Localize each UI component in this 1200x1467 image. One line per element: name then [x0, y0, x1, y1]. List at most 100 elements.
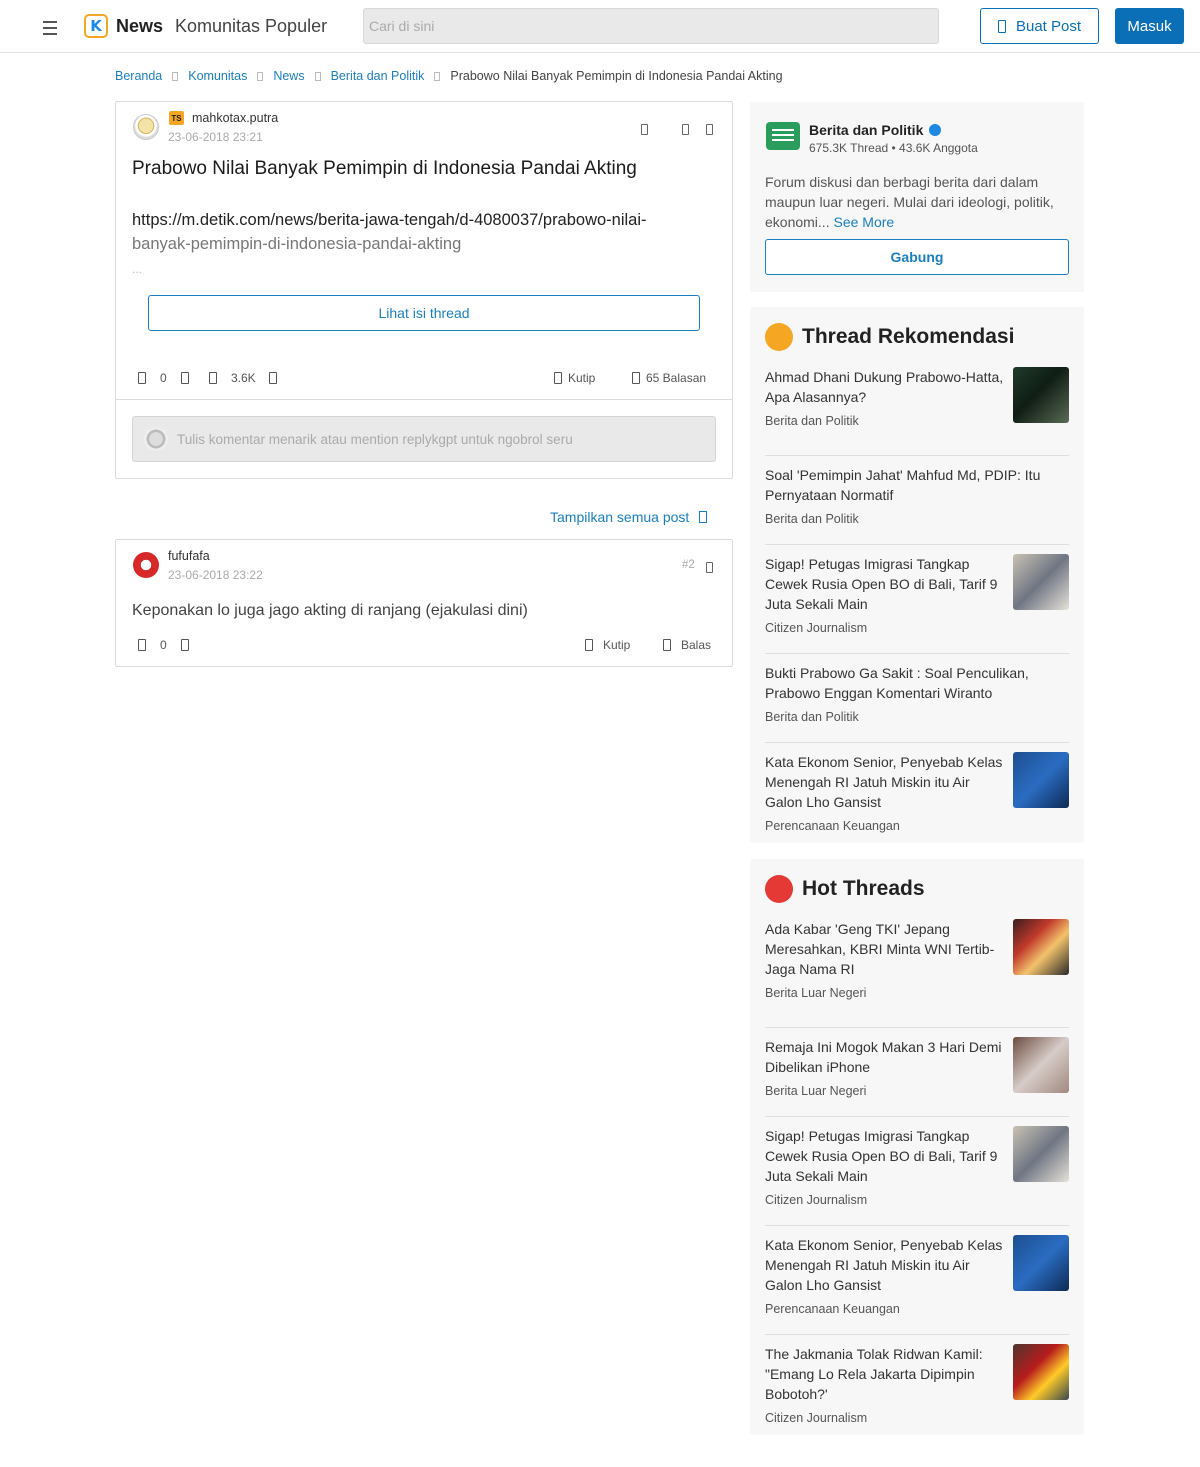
breadcrumb-current: Prabowo Nilai Banyak Pemimpin di Indones… [450, 69, 783, 83]
join-button[interactable]: Gabung [765, 239, 1069, 275]
list-item-title: Kata Ekonom Senior, Penyebab Kelas Menen… [765, 1237, 1003, 1293]
comment-input[interactable]: Tulis komentar menarik atau mention repl… [132, 416, 716, 462]
menu-icon[interactable] [36, 14, 64, 42]
chevron-right-icon [699, 511, 708, 523]
share-icon[interactable] [682, 124, 689, 135]
share-post-button[interactable] [269, 372, 277, 384]
more-icon[interactable] [706, 124, 713, 135]
upvote-icon [138, 639, 146, 651]
list-item[interactable]: Sigap! Petugas Imigrasi Tangkap Cewek Ru… [765, 1117, 1069, 1226]
comment-section: Tulis komentar menarik atau mention repl… [116, 399, 732, 479]
reply-label: Balas [681, 638, 712, 652]
category-stats: 675.3K Thread • 43.6K Anggota [809, 141, 978, 155]
recommendation-title: Thread Rekomendasi [765, 323, 1014, 351]
list-item[interactable]: Soal 'Pemimpin Jahat' Mahfud Md, PDIP: I… [765, 456, 1069, 545]
bookmark-icon[interactable] [641, 124, 648, 135]
views: 3.6K [209, 371, 256, 385]
hot-threads-panel: Hot Threads Ada Kabar 'Geng TKI' Jepang … [750, 859, 1084, 1435]
show-all-posts-link[interactable]: Tampilkan semua post [550, 509, 708, 525]
chevron-right-icon [257, 71, 264, 81]
pen-icon [997, 19, 1006, 33]
upvote-icon [138, 372, 146, 384]
reply-button[interactable]: Balas [663, 638, 711, 652]
thumbnail [1013, 1344, 1069, 1400]
share-icon [269, 372, 277, 384]
login-button[interactable]: Masuk [1115, 8, 1184, 44]
list-item[interactable]: Remaja Ini Mogok Makan 3 Hari Demi Dibel… [765, 1028, 1069, 1117]
list-item-title: Bukti Prabowo Ga Sakit : Soal Penculikan… [765, 665, 1029, 701]
comment-icon [632, 372, 640, 384]
thumbnail [1013, 919, 1069, 975]
kaskus-logo-icon[interactable]: K [84, 14, 108, 38]
quote-button[interactable]: Kutip [585, 638, 630, 652]
category-name-label: Berita dan Politik [809, 122, 924, 138]
downvote-button[interactable] [181, 372, 189, 384]
thread-title: Prabowo Nilai Banyak Pemimpin di Indones… [132, 158, 637, 179]
list-item-category: Citizen Journalism [765, 621, 868, 635]
thread-link[interactable]: https://m.detik.com/news/berita-jawa-ten… [132, 208, 712, 256]
list-item-title: Sigap! Petugas Imigrasi Tangkap Cewek Ru… [765, 556, 998, 612]
more-icon[interactable] [706, 562, 713, 573]
thumbnail [1013, 752, 1069, 808]
category-description: Forum diskusi dan berbagi berita dari da… [765, 172, 1070, 232]
newspaper-icon[interactable] [766, 122, 800, 150]
quote-label: Kutip [568, 371, 596, 385]
list-item-title: Kata Ekonom Senior, Penyebab Kelas Menen… [765, 754, 1003, 810]
breadcrumb-komunitas[interactable]: Komunitas [188, 69, 247, 83]
avatar[interactable] [133, 552, 159, 578]
quote-icon [585, 639, 593, 651]
reply-text: Keponakan lo juga jago akting di ranjang… [132, 602, 528, 619]
thumbnail [1013, 554, 1069, 610]
downvote-icon [181, 372, 189, 384]
upvote-button[interactable] [138, 372, 146, 384]
create-post-button[interactable]: Buat Post [980, 8, 1099, 44]
chevron-right-icon [434, 71, 441, 81]
chevron-right-icon [314, 71, 321, 81]
avatar[interactable] [133, 114, 159, 140]
recommendation-list: Ahmad Dhani Dukung Prabowo-Hatta, Apa Al… [765, 367, 1069, 843]
list-item[interactable]: Bukti Prabowo Ga Sakit : Soal Penculikan… [765, 654, 1069, 743]
breadcrumb-beranda[interactable]: Beranda [115, 69, 162, 83]
thread-link-line1: https://m.detik.com/news/berita-jawa-ten… [132, 211, 647, 229]
upvote-button[interactable] [138, 639, 146, 651]
list-item[interactable]: Sigap! Petugas Imigrasi Tangkap Cewek Ru… [765, 545, 1069, 654]
list-item[interactable]: Kata Ekonom Senior, Penyebab Kelas Menen… [765, 743, 1069, 843]
star-icon [765, 323, 793, 351]
reply-card: fufufafa 23-06-2018 23:22 #2 Keponakan l… [115, 539, 733, 667]
nav-komunitas-populer[interactable]: Komunitas Populer [175, 16, 327, 37]
breadcrumb-news[interactable]: News [273, 69, 304, 83]
category-description-text: Forum diskusi dan berbagi berita dari da… [765, 174, 1054, 230]
breadcrumb-berita-politik[interactable]: Berita dan Politik [331, 69, 425, 83]
list-item[interactable]: The Jakmania Tolak Ridwan Kamil: "Emang … [765, 1335, 1069, 1435]
list-item[interactable]: Kata Ekonom Senior, Penyebab Kelas Menen… [765, 1226, 1069, 1335]
downvote-button[interactable] [181, 639, 189, 651]
content-ellipsis: ... [132, 262, 143, 276]
search-input[interactable] [363, 8, 939, 44]
quote-button[interactable]: Kutip [554, 371, 595, 385]
top-header: K News Komunitas Populer Buat Post Masuk [0, 0, 1200, 53]
see-more-link[interactable]: See More [833, 214, 894, 230]
thumbnail [1013, 1126, 1069, 1182]
reply-timestamp: 23-06-2018 23:22 [168, 568, 263, 582]
thread-author[interactable]: mahkotax.putra [192, 111, 278, 125]
list-item-category: Berita dan Politik [765, 710, 859, 724]
thumbnail [1013, 1037, 1069, 1093]
list-item-title: Soal 'Pemimpin Jahat' Mahfud Md, PDIP: I… [765, 467, 1041, 503]
reply-author[interactable]: fufufafa [168, 549, 210, 563]
vote-count: 0 [160, 638, 167, 652]
vote-count: 0 [160, 371, 167, 385]
list-item-category: Perencanaan Keuangan [765, 819, 900, 833]
thread-card: TS mahkotax.putra 23-06-2018 23:21 Prabo… [115, 101, 733, 479]
create-post-label: Buat Post [1015, 17, 1082, 35]
replies-button[interactable]: 65 Balasan [632, 371, 706, 385]
list-item[interactable]: Ada Kabar 'Geng TKI' Jepang Meresahkan, … [765, 919, 1069, 1028]
post-number: #2 [682, 559, 695, 571]
category-name[interactable]: Berita dan Politik [809, 122, 942, 138]
list-item-category: Citizen Journalism [765, 1193, 868, 1207]
fire-icon [765, 875, 793, 903]
recommendation-title-label: Thread Rekomendasi [802, 325, 1015, 348]
view-thread-button[interactable]: Lihat isi thread [148, 295, 700, 331]
view-count: 3.6K [231, 371, 256, 385]
list-item[interactable]: Ahmad Dhani Dukung Prabowo-Hatta, Apa Al… [765, 367, 1069, 456]
brand-title[interactable]: News [116, 16, 163, 37]
